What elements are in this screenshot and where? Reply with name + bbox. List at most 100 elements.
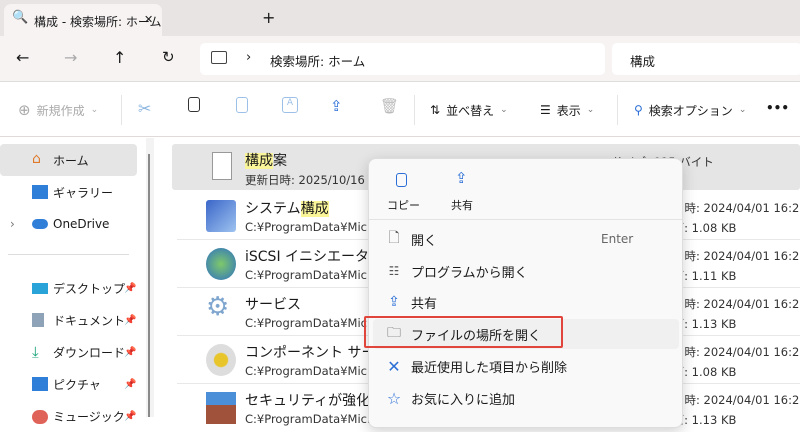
text-file-icon <box>212 152 232 180</box>
file-modified: 更新日時: 2025/10/16 1 <box>245 173 376 187</box>
divider <box>369 219 682 220</box>
pin-icon[interactable]: 📌 <box>124 283 136 294</box>
view-label: 表示 <box>556 103 581 118</box>
pin-icon[interactable]: 📌 <box>124 379 136 390</box>
search-options-icon: ⚲ <box>634 103 643 117</box>
download-icon: ⤓ <box>32 343 39 361</box>
refresh-button[interactable]: ↻ <box>162 48 175 66</box>
pin-icon[interactable]: 📌 <box>124 411 136 422</box>
file-name: サービス <box>245 297 301 313</box>
back-button[interactable]: ← <box>16 48 29 67</box>
sidebar-item-gallery[interactable]: ギャラリー <box>0 176 137 208</box>
music-icon <box>32 410 48 424</box>
file-name: 案 <box>273 153 287 169</box>
menu-item-open[interactable]: 🗋 開く Enter <box>373 224 679 254</box>
sidebar-label: デスクトップ <box>53 281 126 296</box>
file-path: C:¥ProgramData¥Micro <box>245 220 379 234</box>
chevron-right-icon: › <box>10 217 15 231</box>
search-input[interactable]: 構成 <box>612 43 800 75</box>
gallery-icon <box>32 185 48 199</box>
sidebar-label: ドキュメント <box>53 313 126 328</box>
sidebar-item-pictures[interactable]: ピクチャ 📌 <box>0 368 137 400</box>
sidebar-label: ダウンロード <box>53 345 126 360</box>
desktop-icon <box>32 283 48 294</box>
menu-label: お気に入りに追加 <box>411 392 516 408</box>
divider <box>8 254 129 255</box>
file-path: C:¥ProgramData¥Micro <box>245 412 379 426</box>
annotation-highlight-box <box>364 316 563 348</box>
context-menu: コピー ⇪ 共有 🗋 開く Enter ☷ プログラムから開く ⇪ 共有 🗀 ファイルの場… <box>368 158 683 428</box>
navigation-pane: ⌂ ホーム ギャラリー › OneDrive デスクトップ 📌 ドキュメント 📌 ⤓ ダウ… <box>0 138 146 424</box>
system-config-icon <box>206 200 236 232</box>
onedrive-cloud-icon <box>32 219 48 229</box>
pin-icon[interactable]: 📌 <box>124 315 136 326</box>
share-icon: ⇪ <box>455 169 468 187</box>
sidebar-item-onedrive[interactable]: › OneDrive <box>0 208 137 240</box>
new-button[interactable]: ⊕ 新規作成 ⌄ <box>18 83 98 137</box>
menu-label: プログラムから開く <box>411 265 528 281</box>
sidebar-scrollbar[interactable] <box>146 138 154 417</box>
search-options-label: 検索オプション <box>648 103 733 118</box>
share-icon[interactable]: ⇪ <box>330 97 343 115</box>
sidebar-item-downloads[interactable]: ⤓ ダウンロード 📌 <box>0 336 137 368</box>
paste-icon[interactable] <box>236 97 248 113</box>
computer-icon <box>211 51 227 64</box>
menu-item-remove-from-recent[interactable]: ✕ 最近使用した項目から削除 <box>373 351 679 381</box>
sidebar-label: ホーム <box>53 153 89 168</box>
rename-icon[interactable]: A <box>282 97 298 113</box>
tab-search[interactable]: 🔍 構成 - 検索場所: ホーム ✕ <box>4 4 162 36</box>
address-text: 検索場所: ホーム <box>270 54 366 69</box>
menu-item-open-with[interactable]: ☷ プログラムから開く <box>373 256 679 286</box>
more-options-button[interactable]: ••• <box>766 101 789 115</box>
divider <box>617 95 618 125</box>
menu-item-share[interactable]: ⇪ 共有 <box>373 287 679 317</box>
plus-circle-icon: ⊕ <box>18 101 31 119</box>
file-name-highlight: 構成 <box>245 153 273 169</box>
file-path: C:¥ProgramData¥Micro <box>245 316 379 330</box>
up-button[interactable]: ↑ <box>113 48 126 67</box>
chevron-right-icon: › <box>246 50 252 65</box>
home-icon: ⌂ <box>32 151 41 167</box>
pictures-icon <box>32 377 48 391</box>
pin-icon[interactable]: 📌 <box>124 347 136 358</box>
sidebar-item-documents[interactable]: ドキュメント 📌 <box>0 304 137 336</box>
component-services-icon <box>206 344 236 376</box>
delete-icon[interactable]: 🗑 <box>380 97 399 115</box>
sort-button[interactable]: ⇅ 並べ替え ⌄ <box>430 83 508 137</box>
sidebar-label: ピクチャ <box>53 377 101 392</box>
sort-icon: ⇅ <box>430 103 441 117</box>
search-options-button[interactable]: ⚲ 検索オプション ⌄ <box>634 83 746 137</box>
new-tab-button[interactable]: + <box>262 8 275 27</box>
sidebar-label: ミュージック <box>53 409 125 424</box>
share-button-top[interactable]: ⇪ 共有 <box>445 167 481 213</box>
gear-icon: ⚙ <box>206 292 230 322</box>
copy-button[interactable]: コピー <box>383 167 421 213</box>
view-button[interactable]: ☰ 表示 ⌄ <box>540 83 594 137</box>
menu-label: 最近使用した項目から削除 <box>411 360 568 376</box>
copy-icon[interactable] <box>188 97 200 112</box>
cut-icon[interactable]: ✂ <box>138 99 151 118</box>
close-tab-button[interactable]: ✕ <box>144 13 153 26</box>
file-name: システム <box>245 201 301 217</box>
close-x-icon: ✕ <box>387 356 401 376</box>
open-with-icon: ☷ <box>388 264 400 278</box>
sidebar-item-home[interactable]: ⌂ ホーム <box>0 144 137 176</box>
file-path: C:¥ProgramData¥Micro <box>245 268 379 282</box>
sidebar-label: OneDrive <box>53 217 110 231</box>
firewall-icon <box>206 392 236 424</box>
navigation-bar: ← → ↑ ↻ › 検索場所: ホーム 構成 <box>0 36 800 82</box>
file-name: iSCSI イニシエーター <box>245 249 384 265</box>
share-label: 共有 <box>451 199 473 212</box>
copy-label: コピー <box>387 199 420 212</box>
star-icon: ☆ <box>386 388 402 408</box>
divider <box>414 95 415 125</box>
sidebar-item-desktop[interactable]: デスクトップ 📌 <box>0 272 137 304</box>
search-icon: 🔍 <box>12 10 29 25</box>
sidebar-item-music[interactable]: ミュージック 📌 <box>0 400 137 432</box>
menu-item-add-to-favorites[interactable]: ☆ お気に入りに追加 <box>373 383 679 413</box>
address-bar[interactable]: › 検索場所: ホーム <box>200 43 605 75</box>
divider <box>121 95 122 125</box>
forward-button[interactable]: → <box>64 48 77 67</box>
tab-title: 構成 - 検索場所: ホーム <box>34 15 162 29</box>
new-label: 新規作成 <box>36 103 85 118</box>
